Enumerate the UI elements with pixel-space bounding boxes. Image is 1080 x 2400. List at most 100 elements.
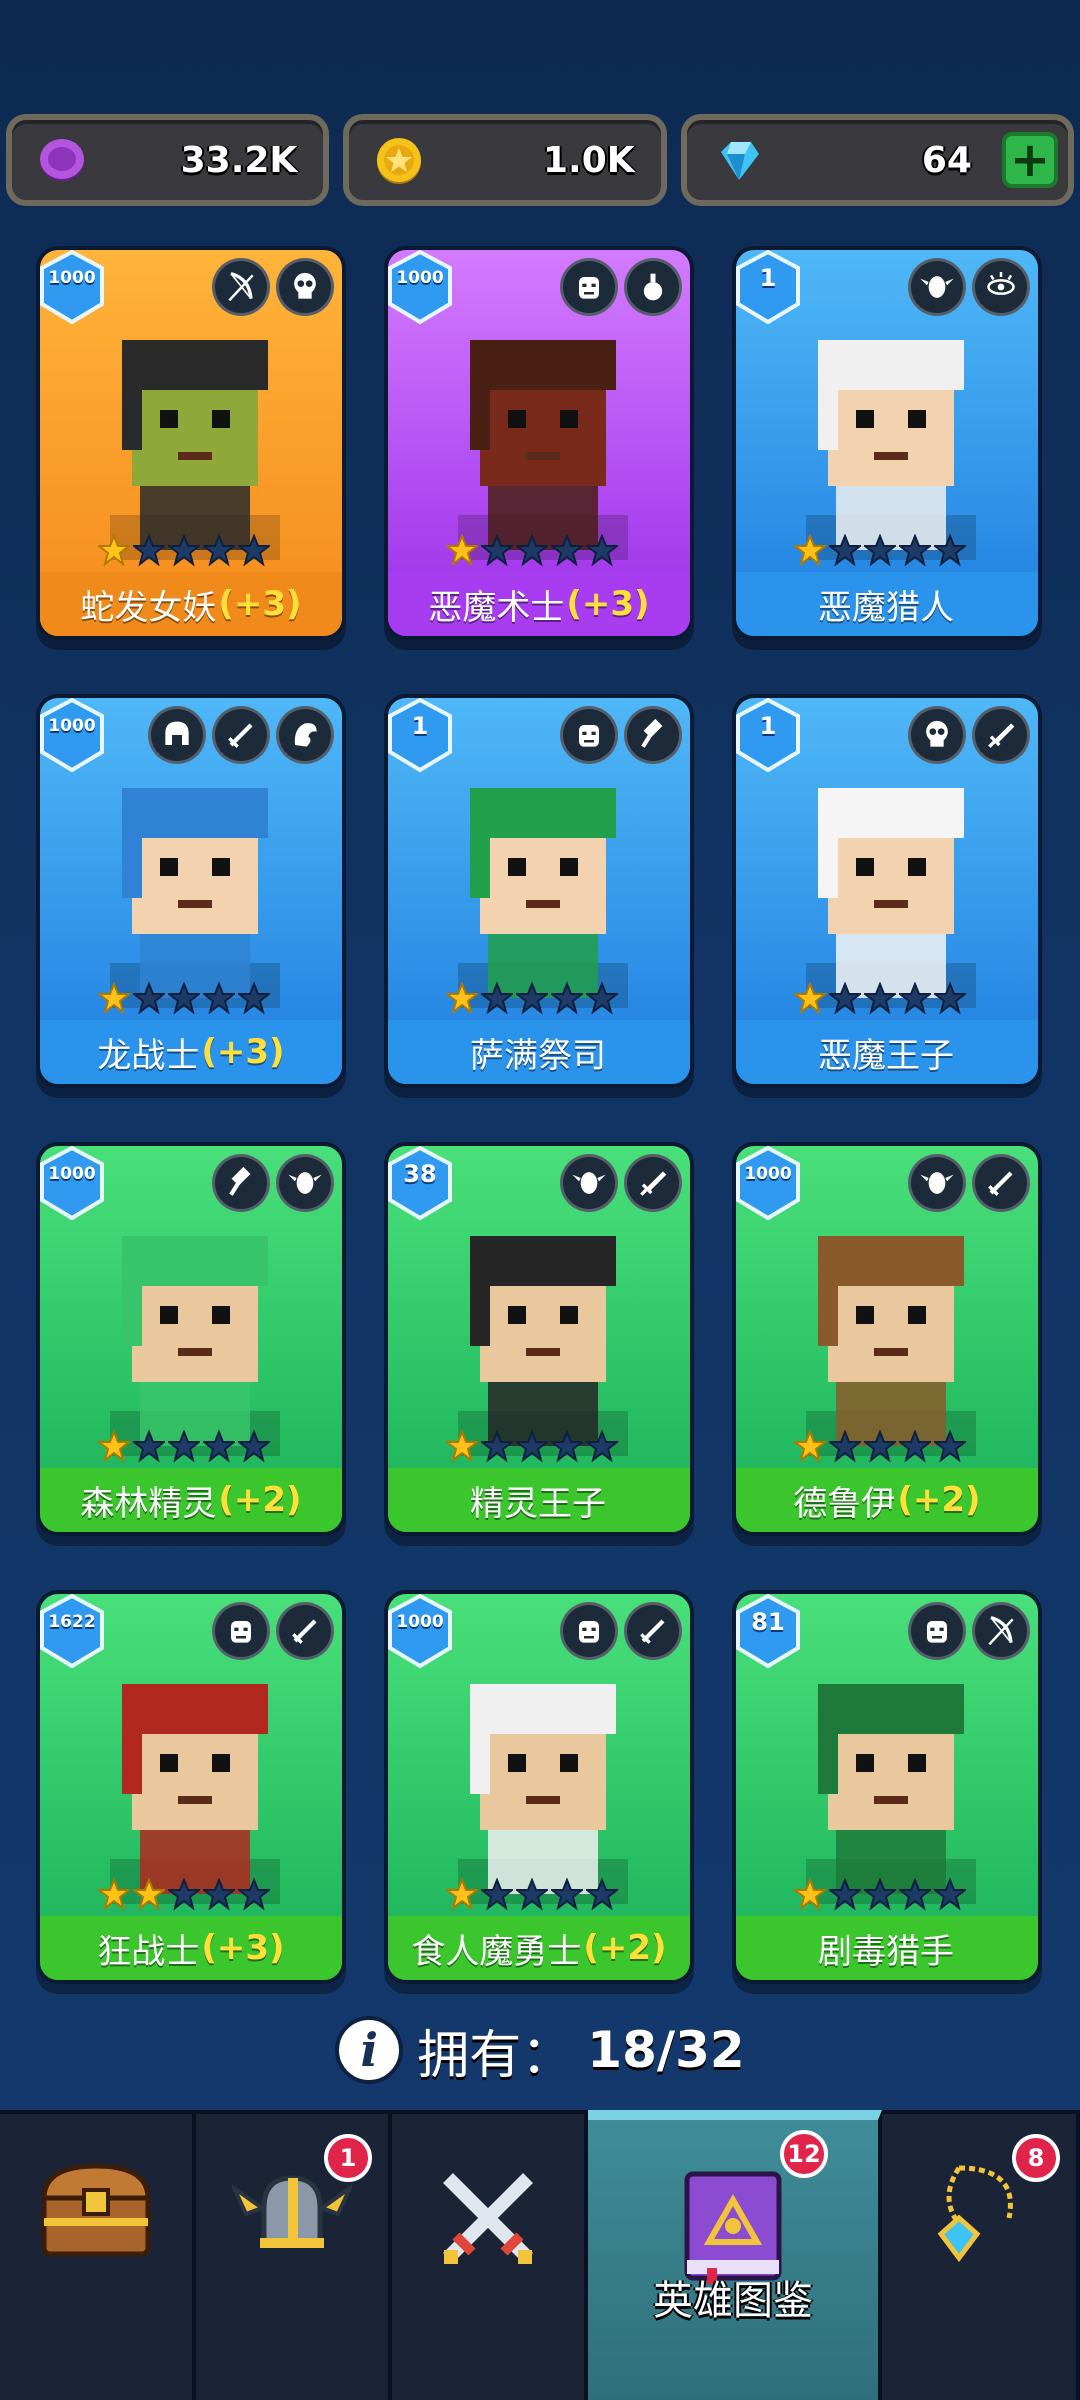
star-empty-icon xyxy=(203,534,235,566)
star-empty-icon xyxy=(829,1878,861,1910)
owned-counter: i 拥有： 18/32 xyxy=(0,2010,1080,2090)
hero-card[interactable]: 1 恶魔王子 xyxy=(732,694,1042,1088)
hero-nameplate: 蛇发女妖 (+3) xyxy=(40,572,342,636)
hero-portrait xyxy=(458,1684,628,1904)
star-rating xyxy=(794,1430,966,1462)
hero-card[interactable]: 81 剧毒猎手 xyxy=(732,1590,1042,1984)
sword-icon xyxy=(972,1154,1030,1212)
potion-icon xyxy=(624,258,682,316)
nav-treasure-chest[interactable] xyxy=(0,2114,196,2400)
level-badge: 1000 xyxy=(40,250,108,326)
star-rating xyxy=(446,1878,618,1910)
sword-icon xyxy=(212,706,270,764)
star-filled-icon xyxy=(446,1430,478,1462)
level-badge: 1000 xyxy=(736,1146,804,1222)
hero-card[interactable]: 1000 食人魔勇士 (+2) xyxy=(384,1590,694,1984)
hero-nameplate: 精灵王子 xyxy=(388,1468,690,1532)
hero-card[interactable]: 1 萨满祭司 xyxy=(384,694,694,1088)
info-icon[interactable]: i xyxy=(335,2016,404,2084)
star-empty-icon xyxy=(516,534,548,566)
hero-nameplate: 萨满祭司 xyxy=(388,1020,690,1084)
level-value: 38 xyxy=(403,1160,437,1188)
star-rating xyxy=(98,1878,270,1910)
add-gems-button[interactable]: + xyxy=(1001,132,1058,188)
hero-card[interactable]: 1000 蛇发女妖 (+3) xyxy=(36,246,346,640)
star-empty-icon xyxy=(481,1430,513,1462)
star-empty-icon xyxy=(586,1878,618,1910)
hero-bonus: (+3) xyxy=(566,584,650,624)
resource-bar: 33.2K 1.0K 64 + xyxy=(6,114,1074,206)
nav-crossed-swords[interactable] xyxy=(392,2114,588,2400)
hero-name: 蛇发女妖 xyxy=(80,587,217,628)
hero-name: 森林精灵 xyxy=(80,1483,217,1524)
class-icons xyxy=(212,258,334,316)
star-empty-icon xyxy=(829,982,861,1014)
star-filled-icon xyxy=(98,982,130,1014)
level-value: 1000 xyxy=(48,1164,96,1184)
crossed-swords-icon xyxy=(443,2173,533,2264)
level-value: 1000 xyxy=(396,268,444,288)
gem-value: 64 xyxy=(921,139,972,181)
star-empty-icon xyxy=(238,982,270,1014)
hero-portrait xyxy=(110,1684,280,1904)
star-empty-icon xyxy=(829,534,861,566)
hero-bonus: (+3) xyxy=(218,584,302,624)
hero-name: 龙战士 xyxy=(97,1035,200,1076)
hero-card[interactable]: 1000 森林精灵 (+2) xyxy=(36,1142,346,1536)
hero-portrait xyxy=(110,1236,280,1456)
star-rating xyxy=(446,534,618,566)
treasure-chest-icon xyxy=(41,2163,151,2257)
nav-spellbook[interactable]: 英雄图鉴 12 xyxy=(588,2110,882,2400)
star-filled-icon xyxy=(794,1430,826,1462)
level-badge: 1 xyxy=(388,698,456,774)
star-empty-icon xyxy=(864,1430,896,1462)
hero-portrait xyxy=(806,1684,976,1904)
hero-nameplate: 恶魔猎人 xyxy=(736,572,1038,636)
star-empty-icon xyxy=(899,1878,931,1910)
hero-card[interactable]: 1 恶魔猎人 xyxy=(732,246,1042,640)
hero-bonus: (+2) xyxy=(897,1480,981,1520)
hero-card[interactable]: 38 精灵王子 xyxy=(384,1142,694,1536)
star-filled-icon xyxy=(98,1430,130,1462)
star-empty-icon xyxy=(133,534,165,566)
level-badge: 1 xyxy=(736,250,804,326)
hero-portrait xyxy=(458,1236,628,1456)
hero-portrait xyxy=(806,340,976,560)
hero-card[interactable]: 1622 狂战士 (+3) xyxy=(36,1590,346,1984)
star-rating xyxy=(794,982,966,1014)
class-icons xyxy=(560,706,682,764)
nav-amulet[interactable]: 8 xyxy=(882,2114,1080,2400)
gold-coin-icon xyxy=(377,138,422,184)
skull-icon xyxy=(276,258,334,316)
star-empty-icon xyxy=(934,1878,966,1910)
star-empty-icon xyxy=(168,1430,200,1462)
star-rating xyxy=(446,1430,618,1462)
gem-counter[interactable]: 64 + xyxy=(680,114,1074,206)
star-empty-icon xyxy=(829,1430,861,1462)
gold-coin-counter[interactable]: 1.0K xyxy=(343,114,667,206)
nav-winged-helmet[interactable]: 1 xyxy=(196,2114,392,2400)
star-empty-icon xyxy=(586,982,618,1014)
level-badge: 1000 xyxy=(388,250,456,326)
hero-card[interactable]: 1000 恶魔术士 (+3) xyxy=(384,246,694,640)
hero-nameplate: 恶魔术士 (+3) xyxy=(388,572,690,636)
star-filled-icon xyxy=(794,1878,826,1910)
star-empty-icon xyxy=(934,1430,966,1462)
star-rating xyxy=(98,534,270,566)
hero-card[interactable]: 1000 龙战士 (+3) xyxy=(36,694,346,1088)
class-icons xyxy=(908,706,1030,764)
hero-bonus: (+2) xyxy=(218,1480,302,1520)
hero-card[interactable]: 1000 德鲁伊 (+2) xyxy=(732,1142,1042,1536)
star-empty-icon xyxy=(238,534,270,566)
purple-coin-counter[interactable]: 33.2K xyxy=(6,114,330,206)
star-rating xyxy=(446,982,618,1014)
nav-label: 英雄图鉴 xyxy=(653,2278,813,2324)
level-value: 1 xyxy=(411,712,429,740)
orc-icon xyxy=(212,1602,270,1660)
star-empty-icon xyxy=(203,982,235,1014)
hero-nameplate: 恶魔王子 xyxy=(736,1020,1038,1084)
star-rating xyxy=(794,534,966,566)
hero-nameplate: 狂战士 (+3) xyxy=(40,1916,342,1980)
star-empty-icon xyxy=(238,1878,270,1910)
hero-nameplate: 森林精灵 (+2) xyxy=(40,1468,342,1532)
